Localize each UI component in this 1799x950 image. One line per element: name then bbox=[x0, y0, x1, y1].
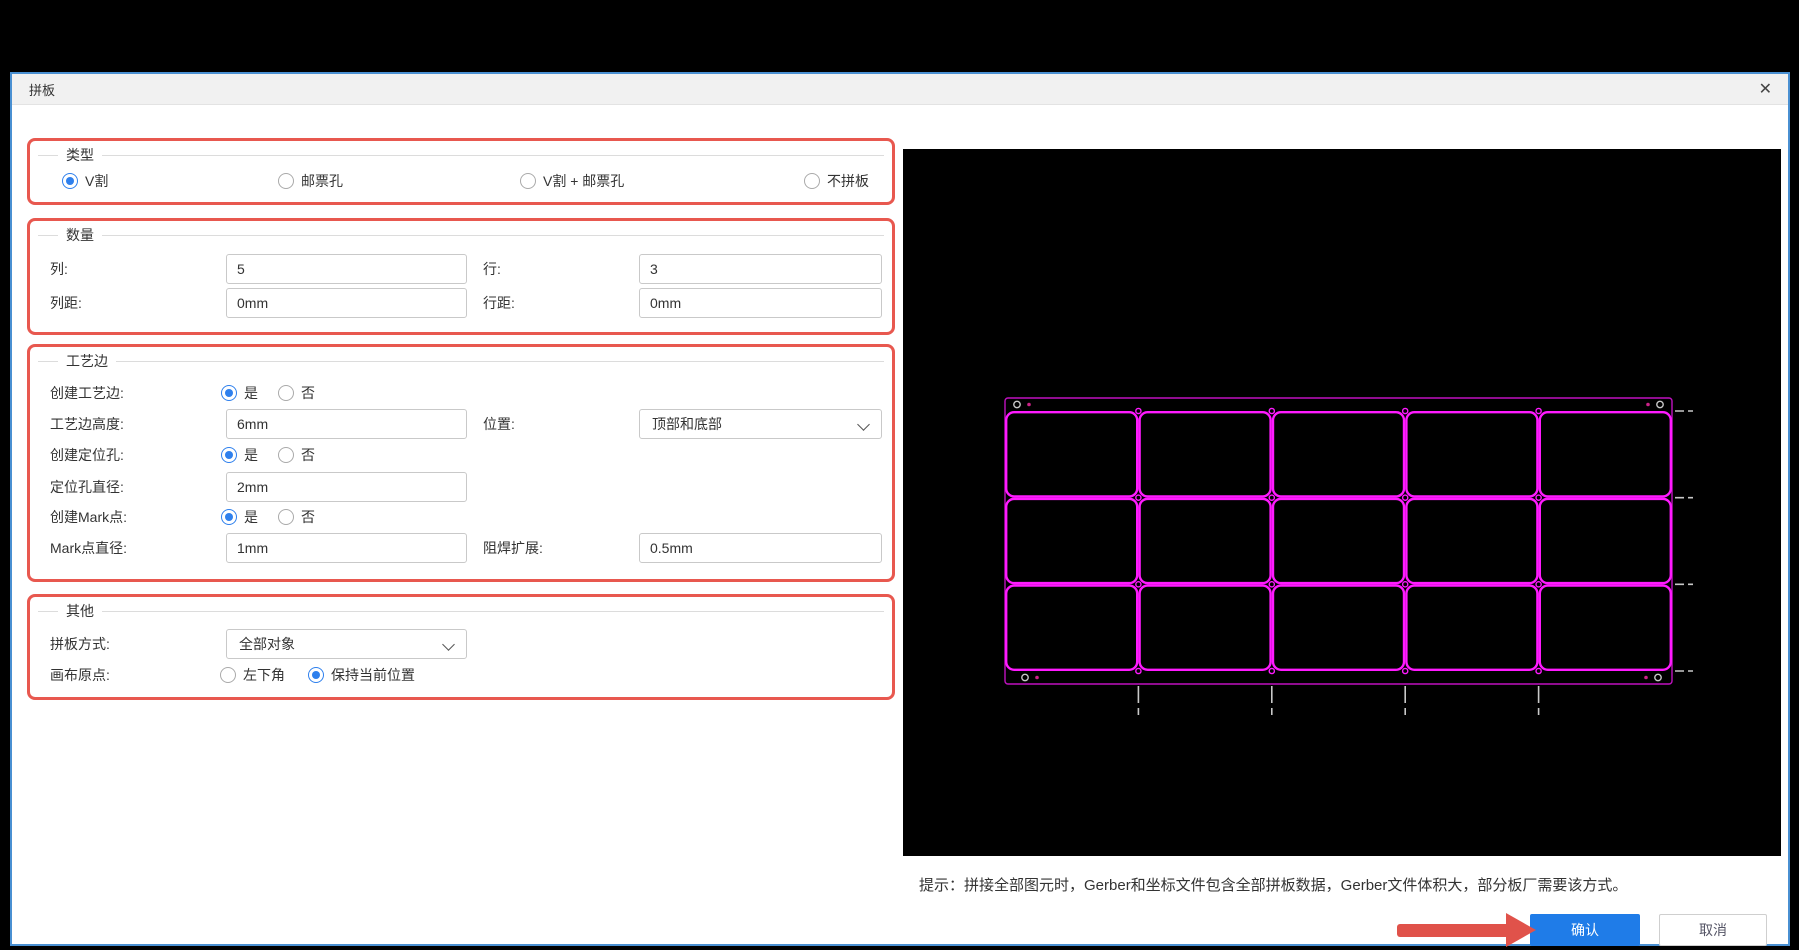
create-hole-no[interactable]: 否 bbox=[278, 440, 315, 470]
close-icon[interactable]: ✕ bbox=[1759, 74, 1772, 104]
create-hole-yes[interactable]: 是 bbox=[221, 440, 258, 470]
canvas-origin-label: 画布原点: bbox=[50, 667, 110, 683]
create-edge-yes[interactable]: 是 bbox=[221, 378, 258, 408]
create-hole-label: 创建定位孔: bbox=[50, 447, 124, 463]
annotation-arrow-head-icon bbox=[1506, 913, 1536, 947]
origin-keep-current-icon[interactable] bbox=[308, 667, 324, 683]
chevron-down-icon bbox=[442, 638, 455, 651]
section-quantity-legend: 数量 bbox=[38, 225, 884, 245]
origin-keep-current[interactable]: 保持当前位置 bbox=[308, 660, 415, 690]
create-edge-label: 创建工艺边: bbox=[50, 385, 124, 401]
edge-height-label: 工艺边高度: bbox=[50, 416, 124, 432]
row-gap-label: 行距: bbox=[483, 295, 515, 311]
edge-height-input[interactable] bbox=[226, 409, 467, 439]
panel-preview-canvas bbox=[903, 149, 1781, 856]
hole-diameter-input[interactable] bbox=[226, 472, 467, 502]
radio-stamp-hole-icon[interactable] bbox=[278, 173, 294, 189]
section-type: 类型 V割 邮票孔 V割 + 邮票孔 不拼板 bbox=[27, 138, 895, 205]
confirm-button[interactable]: 确认 bbox=[1530, 914, 1640, 946]
position-select[interactable]: 顶部和底部 bbox=[639, 409, 882, 439]
panel-mode-label: 拼板方式: bbox=[50, 636, 110, 652]
panel-mode-select[interactable]: 全部对象 bbox=[226, 629, 467, 659]
hole-diameter-label: 定位孔直径: bbox=[50, 479, 124, 495]
section-process-edge: 工艺边 创建工艺边: 是 否 工艺边高度: 位置: 顶部和底部 bbox=[27, 344, 895, 582]
dialog-titlebar: 拼板 ✕ bbox=[12, 74, 1788, 105]
create-edge-no-icon[interactable] bbox=[278, 385, 294, 401]
chevron-down-icon bbox=[857, 418, 870, 431]
solder-expand-input[interactable] bbox=[639, 533, 882, 563]
columns-label: 列: bbox=[50, 261, 68, 277]
create-hole-no-icon[interactable] bbox=[278, 447, 294, 463]
radio-vcut-icon[interactable] bbox=[62, 173, 78, 189]
create-hole-yes-icon[interactable] bbox=[221, 447, 237, 463]
section-type-legend: 类型 bbox=[38, 145, 884, 165]
radio-stamp-hole[interactable]: 邮票孔 bbox=[278, 166, 343, 196]
screen: 拼板 ✕ 类型 V割 邮票孔 V割 + 邮票孔 不拼板 数量 列: 5 行: 3… bbox=[0, 0, 1799, 950]
solder-expand-label: 阻焊扩展: bbox=[483, 540, 543, 556]
section-other-legend: 其他 bbox=[38, 601, 884, 621]
footer-hint: 提示：拼接全部图元时，Gerber和坐标文件包含全部拼板数据，Gerber文件体… bbox=[919, 877, 1628, 894]
column-gap-input[interactable] bbox=[226, 288, 467, 318]
origin-bottom-left-icon[interactable] bbox=[220, 667, 236, 683]
annotation-arrow bbox=[1397, 924, 1509, 937]
radio-vcut[interactable]: V割 bbox=[62, 166, 108, 196]
radio-no-panelize-icon[interactable] bbox=[804, 173, 820, 189]
position-label: 位置: bbox=[483, 416, 515, 432]
radio-vcut-plus-stamp-icon[interactable] bbox=[520, 173, 536, 189]
create-mark-no-icon[interactable] bbox=[278, 509, 294, 525]
create-edge-yes-icon[interactable] bbox=[221, 385, 237, 401]
create-mark-no[interactable]: 否 bbox=[278, 502, 315, 532]
row-gap-input[interactable] bbox=[639, 288, 882, 318]
radio-no-panelize[interactable]: 不拼板 bbox=[804, 166, 869, 196]
panel-preview-drawing bbox=[1004, 397, 1693, 715]
column-gap-label: 列距: bbox=[50, 295, 82, 311]
section-quantity: 数量 列: 行: 列距: 行距: bbox=[27, 218, 895, 335]
rows-input[interactable] bbox=[639, 254, 882, 284]
cancel-button[interactable]: 取消 bbox=[1659, 914, 1767, 946]
radio-vcut-plus-stamp[interactable]: V割 + 邮票孔 bbox=[520, 166, 624, 196]
section-process-edge-legend: 工艺边 bbox=[38, 351, 884, 371]
section-other: 其他 拼板方式: 全部对象 画布原点: 左下角 保持当前位置 bbox=[27, 594, 895, 700]
origin-bottom-left[interactable]: 左下角 bbox=[220, 660, 285, 690]
create-mark-yes[interactable]: 是 bbox=[221, 502, 258, 532]
create-edge-no[interactable]: 否 bbox=[278, 378, 315, 408]
columns-input[interactable] bbox=[226, 254, 467, 284]
rows-label: 行: bbox=[483, 261, 501, 277]
panelize-dialog: 拼板 ✕ 类型 V割 邮票孔 V割 + 邮票孔 不拼板 数量 列: 5 行: 3… bbox=[10, 72, 1790, 947]
create-mark-yes-icon[interactable] bbox=[221, 509, 237, 525]
mark-diameter-input[interactable] bbox=[226, 533, 467, 563]
mark-diameter-label: Mark点直径: bbox=[50, 540, 127, 556]
create-mark-label: 创建Mark点: bbox=[50, 509, 127, 525]
dialog-title: 拼板 bbox=[29, 82, 56, 98]
